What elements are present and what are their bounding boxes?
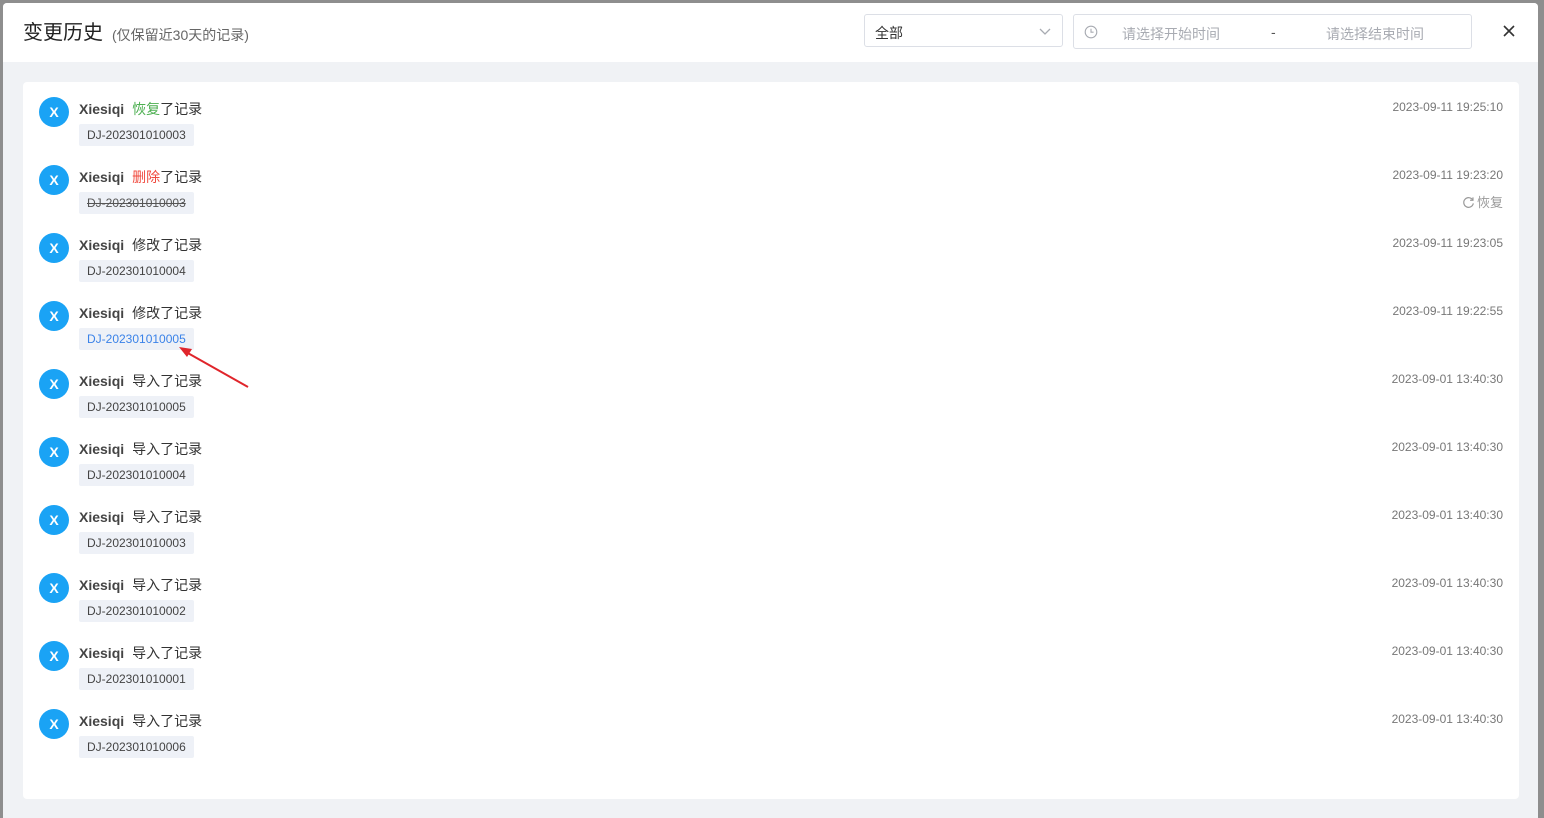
record-code-tag[interactable]: DJ-202301010003 [79,124,194,146]
history-description: Xiesiqi 恢复了记录 [79,99,202,119]
history-description: Xiesiqi 导入了记录 [79,439,202,459]
timestamp: 2023-09-01 13:40:30 [1391,644,1503,658]
history-description: Xiesiqi 导入了记录 [79,575,202,595]
timestamp: 2023-09-01 13:40:30 [1391,712,1503,726]
avatar: X [39,505,69,535]
avatar: X [39,301,69,331]
user-name: Xiesiqi [79,645,125,661]
timestamp: 2023-09-11 19:25:10 [1392,100,1503,114]
action-suffix: 了记录 [160,373,203,389]
action-label: 导入 [132,577,161,593]
action-suffix: 了记录 [160,169,203,185]
record-code-tag[interactable]: DJ-202301010004 [79,464,194,486]
history-item: X Xiesiqi 导入了记录 DJ-202301010006 2023-09-01 1… [23,694,1519,762]
chevron-down-icon [1039,28,1051,35]
timestamp: 2023-09-11 19:22:55 [1392,304,1503,318]
user-name: Xiesiqi [79,509,125,525]
clock-icon [1084,25,1098,39]
type-filter-value: 全部 [875,25,903,41]
restore-button[interactable]: 恢复 [1462,192,1503,211]
avatar: X [39,369,69,399]
action-label: 删除 [132,169,161,185]
avatar: X [39,641,69,671]
user-name: Xiesiqi [79,373,125,389]
user-name: Xiesiqi [79,305,125,321]
record-code-tag[interactable]: DJ-202301010004 [79,260,194,282]
action-suffix: 了记录 [160,713,203,729]
action-label: 导入 [132,713,161,729]
history-description: Xiesiqi 修改了记录 [79,303,202,323]
timestamp: 2023-09-01 13:40:30 [1391,372,1503,386]
action-label: 导入 [132,373,161,389]
user-name: Xiesiqi [79,101,125,117]
user-name: Xiesiqi [79,237,125,253]
record-code-tag[interactable]: DJ-202301010005 [79,328,194,350]
action-suffix: 了记录 [160,441,203,457]
history-item: X Xiesiqi 恢复了记录 DJ-202301010003 2023-09-11 1… [23,82,1519,150]
history-description: Xiesiqi 导入了记录 [79,643,202,663]
timestamp: 2023-09-01 13:40:30 [1391,440,1503,454]
history-description: Xiesiqi 修改了记录 [79,235,202,255]
user-name: Xiesiqi [79,169,125,185]
change-history-dialog: 变更历史 (仅保留近30天的记录) 全部 请选择开始时间 - 请选择结束时间 X… [3,3,1538,818]
user-name: Xiesiqi [79,713,125,729]
refresh-icon [1463,197,1474,208]
history-description: Xiesiqi 导入了记录 [79,371,202,391]
dialog-subtitle: (仅保留近30天的记录) [112,27,249,43]
user-name: Xiesiqi [79,577,125,593]
action-label: 修改 [132,305,161,321]
timestamp: 2023-09-11 19:23:20 [1392,168,1503,182]
record-code-tag[interactable]: DJ-202301010002 [79,600,194,622]
start-time-input[interactable]: 请选择开始时间 [1122,24,1220,44]
record-code-tag[interactable]: DJ-202301010001 [79,668,194,690]
record-code-tag[interactable]: DJ-202301010006 [79,736,194,758]
history-item: X Xiesiqi 导入了记录 DJ-202301010004 2023-09-01 1… [23,422,1519,490]
action-suffix: 了记录 [160,237,203,253]
dialog-header: 变更历史 (仅保留近30天的记录) 全部 请选择开始时间 - 请选择结束时间 [3,3,1538,62]
history-description: Xiesiqi 删除了记录 [79,167,202,187]
user-name: Xiesiqi [79,441,125,457]
avatar: X [39,709,69,739]
dialog-title: 变更历史 [23,22,103,44]
history-item: X Xiesiqi 修改了记录 DJ-202301010005 2023-09-11 1… [23,286,1519,354]
type-filter-select[interactable]: 全部 [864,14,1063,47]
action-suffix: 了记录 [160,577,203,593]
avatar: X [39,573,69,603]
close-icon[interactable] [1502,24,1516,38]
history-list: X Xiesiqi 恢复了记录 DJ-202301010003 2023-09-11 1… [23,82,1519,799]
history-item: X Xiesiqi 导入了记录 DJ-202301010005 2023-09-01 1… [23,354,1519,422]
timestamp: 2023-09-01 13:40:30 [1391,576,1503,590]
action-label: 导入 [132,645,161,661]
timestamp: 2023-09-01 13:40:30 [1391,508,1503,522]
avatar: X [39,233,69,263]
history-item: X Xiesiqi 导入了记录 DJ-202301010002 2023-09-01 1… [23,558,1519,626]
record-code-tag[interactable]: DJ-202301010005 [79,396,194,418]
avatar: X [39,437,69,467]
restore-label: 恢复 [1476,195,1503,210]
avatar: X [39,165,69,195]
action-suffix: 了记录 [160,101,203,117]
record-code-tag[interactable]: DJ-202301010003 [79,532,194,554]
date-range-picker[interactable]: 请选择开始时间 - 请选择结束时间 [1073,14,1472,49]
history-description: Xiesiqi 导入了记录 [79,711,202,731]
action-label: 修改 [132,237,161,253]
history-item: X Xiesiqi 修改了记录 DJ-202301010004 2023-09-11 1… [23,218,1519,286]
action-suffix: 了记录 [160,645,203,661]
end-time-input[interactable]: 请选择结束时间 [1326,24,1424,44]
avatar: X [39,97,69,127]
history-item: X Xiesiqi 删除了记录 DJ-202301010003 2023-09-11 1… [23,150,1519,218]
action-suffix: 了记录 [160,305,203,321]
history-item: X Xiesiqi 导入了记录 DJ-202301010003 2023-09-01 1… [23,490,1519,558]
range-separator: - [1271,24,1276,40]
action-label: 导入 [132,441,161,457]
record-code-tag[interactable]: DJ-202301010003 [79,192,194,214]
action-label: 导入 [132,509,161,525]
action-label: 恢复 [132,101,161,117]
timestamp: 2023-09-11 19:23:05 [1392,236,1503,250]
history-description: Xiesiqi 导入了记录 [79,507,202,527]
action-suffix: 了记录 [160,509,203,525]
history-item: X Xiesiqi 导入了记录 DJ-202301010001 2023-09-01 1… [23,626,1519,694]
